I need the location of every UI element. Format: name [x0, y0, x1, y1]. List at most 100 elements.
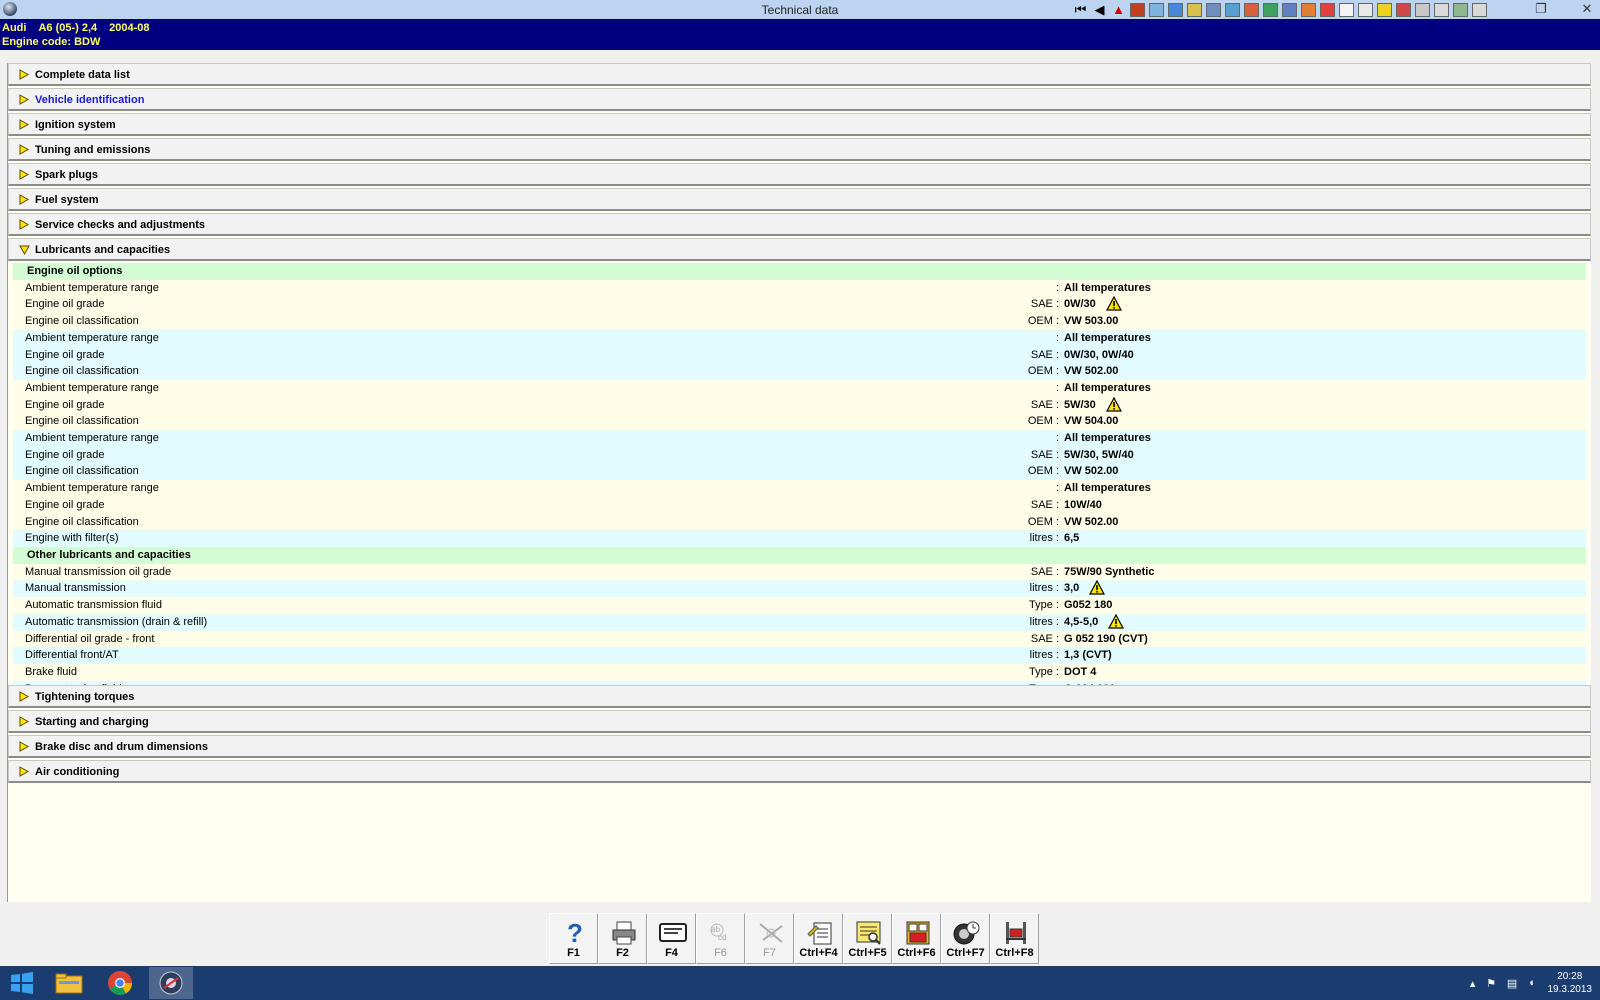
row-label: Engine oil classification: [25, 465, 139, 478]
section-service-checks[interactable]: Service checks and adjustments: [8, 213, 1591, 236]
warning-toolbar-icon[interactable]: ▲: [1109, 0, 1128, 19]
windows-taskbar: ▴ ⚑ ▤ ◖ 20:28 19.3.2013: [0, 966, 1600, 1000]
section-complete-data-list[interactable]: Complete data list: [8, 63, 1591, 86]
list-search-icon: [856, 921, 881, 945]
row-value: 10W/40: [1064, 498, 1102, 511]
section-tuning-and-emissions[interactable]: Tuning and emissions: [8, 138, 1591, 161]
function-key-label: Ctrl+F7: [946, 947, 985, 959]
toolbar-icon-11[interactable]: [1261, 0, 1280, 19]
toolbar-icon-16[interactable]: [1356, 0, 1375, 19]
expand-arrow-icon: [19, 691, 30, 702]
row-label: Brake fluid: [25, 665, 77, 678]
taskbar-active-app[interactable]: [149, 967, 193, 999]
toolbar-icon-14[interactable]: [1318, 0, 1337, 19]
table-row: Differential front/AT litres : 1,3 (CVT): [13, 647, 1586, 665]
warning-icon[interactable]: [1106, 296, 1122, 311]
row-value: VW 503.00: [1064, 315, 1119, 328]
ctrl-f5-button[interactable]: Ctrl+F5: [843, 913, 892, 964]
previous-icon[interactable]: ◀: [1090, 0, 1109, 19]
row-label: Engine with filter(s): [25, 532, 119, 545]
taskbar-chrome[interactable]: [98, 967, 142, 999]
toolbar-icon-9[interactable]: [1223, 0, 1242, 19]
clock[interactable]: 20:28 19.3.2013: [1548, 970, 1593, 996]
toolbar-icon-5[interactable]: [1147, 0, 1166, 19]
tools-icon: [759, 923, 783, 943]
f4-display-button[interactable]: F4: [647, 913, 696, 964]
toolbar-icon-7[interactable]: [1185, 0, 1204, 19]
ctrl-f8-button[interactable]: Ctrl+F8: [990, 913, 1039, 964]
section-brake-disc-and-drum[interactable]: Brake disc and drum dimensions: [8, 735, 1591, 758]
warning-icon[interactable]: [1108, 614, 1124, 629]
row-value: 4,5-5,0: [1064, 615, 1099, 628]
row-value: 1,3 (CVT): [1064, 649, 1112, 662]
section-tightening-torques[interactable]: Tightening torques: [8, 685, 1591, 708]
toolbar-icon-10[interactable]: [1242, 0, 1261, 19]
section-spark-plugs[interactable]: Spark plugs: [8, 163, 1591, 186]
section-label: Vehicle identification: [35, 94, 145, 106]
toolbar-icon-18[interactable]: [1394, 0, 1413, 19]
restore-icon[interactable]: ❐: [1528, 0, 1554, 19]
show-hidden-icons-icon[interactable]: ▴: [1470, 977, 1476, 990]
toolbar-icon-17[interactable]: [1375, 0, 1394, 19]
toolbar-icon-12[interactable]: [1280, 0, 1299, 19]
document-edit-icon: [807, 922, 832, 945]
table-row: Engine oil classification OEM : VW 502.00: [13, 363, 1586, 381]
toolbar-icon-20[interactable]: [1432, 0, 1451, 19]
toolbar-icon-15[interactable]: [1337, 0, 1356, 19]
volume-icon[interactable]: ◖: [1528, 977, 1535, 989]
row-unit: SAE :: [1030, 565, 1059, 578]
function-key-label: Ctrl+F5: [848, 947, 887, 959]
section-lubricants-and-capacities[interactable]: Lubricants and capacities: [8, 238, 1591, 261]
collapse-arrow-icon: [19, 244, 30, 255]
section-fuel-system[interactable]: Fuel system: [8, 188, 1591, 211]
expand-arrow-icon: [19, 169, 30, 180]
vehicle-header: Audi A6 (05-) 2,4 2004-08 Engine code: BDW: [0, 19, 1600, 50]
row-unit: SAE :: [1030, 298, 1059, 311]
taskbar-file-explorer[interactable]: [47, 967, 91, 999]
close-icon[interactable]: ✕: [1574, 0, 1600, 19]
chrome-icon: [108, 971, 132, 996]
toolbar-icon-4[interactable]: [1128, 0, 1147, 19]
toolbar-icon-22[interactable]: [1470, 0, 1489, 19]
table-row: Engine oil grade SAE : 5W/30: [13, 396, 1586, 414]
toolbar-icon-19[interactable]: [1413, 0, 1432, 19]
toolbar-icon-6[interactable]: [1166, 0, 1185, 19]
function-key-label: Ctrl+F4: [799, 947, 838, 959]
row-value: All temperatures: [1064, 331, 1151, 344]
section-starting-and-charging[interactable]: Starting and charging: [8, 710, 1591, 733]
warning-icon[interactable]: [1106, 397, 1122, 412]
ctrl-f4-button[interactable]: Ctrl+F4: [794, 913, 843, 964]
flag-icon[interactable]: ⚑: [1486, 977, 1496, 990]
table-row: Engine oil classification OEM : VW 503.00: [13, 313, 1586, 331]
network-icon[interactable]: ▤: [1507, 977, 1517, 990]
section-vehicle-identification[interactable]: Vehicle identification: [8, 88, 1591, 111]
toolbar-icon-21[interactable]: [1451, 0, 1470, 19]
row-value: All temperatures: [1064, 432, 1151, 444]
row-unit: :: [1055, 281, 1059, 294]
title-toolbar: ⏮ ◀ ▲: [1071, 0, 1489, 19]
table-row: Differential oil grade - front SAE : G 052…: [13, 630, 1586, 648]
row-value: All temperatures: [1064, 281, 1151, 294]
section-label: Complete data list: [35, 69, 130, 81]
ctrl-f7-button[interactable]: Ctrl+F7: [941, 913, 990, 964]
start-button[interactable]: [0, 967, 44, 999]
car-lift-icon: [1006, 922, 1026, 944]
f6-button[interactable]: ab cd F6: [696, 913, 745, 964]
display-icon: [659, 923, 687, 942]
clock-date: 19.3.2013: [1547, 984, 1593, 995]
f7-button[interactable]: F7: [745, 913, 794, 964]
f2-print-button[interactable]: F2: [598, 913, 647, 964]
warning-icon[interactable]: [1089, 580, 1105, 595]
section-label: Service checks and adjustments: [35, 219, 205, 231]
svg-text:cd: cd: [718, 933, 726, 942]
group-label: Other lubricants and capacities: [27, 549, 191, 561]
vehicle-model: A6 (05-) 2,4: [38, 22, 98, 34]
section-air-conditioning[interactable]: Air conditioning: [8, 760, 1591, 783]
toolbar-icon-13[interactable]: [1299, 0, 1318, 19]
toolbar-icon-8[interactable]: [1204, 0, 1223, 19]
section-label: Fuel system: [35, 194, 99, 206]
section-ignition-system[interactable]: Ignition system: [8, 113, 1591, 136]
first-record-icon[interactable]: ⏮: [1071, 0, 1090, 19]
f1-help-button[interactable]: ? F1: [549, 913, 598, 964]
ctrl-f6-button[interactable]: Ctrl+F6: [892, 913, 941, 964]
